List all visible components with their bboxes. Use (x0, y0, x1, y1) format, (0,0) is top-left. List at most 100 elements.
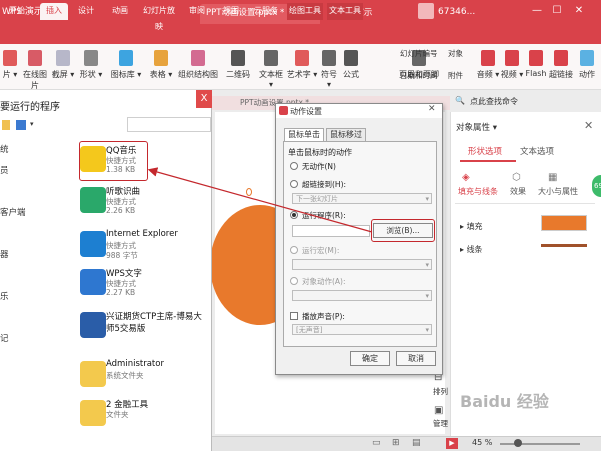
qrcode-icon (231, 50, 245, 66)
view-sorter-icon[interactable]: ⊞ (392, 438, 400, 448)
array-label[interactable]: 排列 (433, 386, 448, 397)
manage-label[interactable]: 管理 (433, 418, 448, 429)
menu-tab-1[interactable]: 插入 (40, 3, 68, 20)
ribbon-button-17[interactable]: 动作 (574, 48, 600, 88)
line-section[interactable]: ▸ 线条 (460, 244, 483, 255)
object-button[interactable]: 对象 (448, 48, 463, 59)
view-icon[interactable] (16, 120, 26, 130)
menu-tab-7[interactable]: 云服务 (252, 3, 280, 20)
maximize-icon[interactable]: ☐ (550, 4, 564, 18)
file-item[interactable]: WPS文字 快捷方式 2.27 KB (80, 267, 208, 303)
zoom-slider[interactable] (500, 443, 580, 445)
ribbon-button-3[interactable]: 形状 ▾ (76, 48, 106, 88)
ribbon-button-6[interactable]: 组织结构图 (176, 48, 220, 88)
clipped-file-label[interactable]: 器 (0, 248, 9, 260)
clipped-file-label[interactable]: 员 (0, 164, 9, 176)
manage-icon[interactable]: ▣ (434, 405, 443, 416)
object-action-select[interactable] (292, 290, 432, 301)
video-icon (505, 50, 519, 66)
menu-tab-0[interactable]: 开始 (6, 3, 28, 20)
search-input[interactable] (127, 117, 211, 132)
slide-number-button[interactable]: 幻灯片编号 (400, 48, 438, 59)
close-icon[interactable]: ✕ (572, 4, 586, 18)
ok-button[interactable]: 确定 (350, 351, 390, 366)
minimize-icon[interactable]: — (530, 4, 544, 18)
floating-badge[interactable]: 69 (592, 175, 601, 197)
line-color-swatch[interactable] (541, 240, 587, 250)
subtab-fill-line[interactable]: 填充与线条 (458, 186, 498, 197)
pane-title[interactable]: 对象属性 ▾ (456, 121, 497, 133)
ribbon-button-0[interactable]: 片 ▾ (0, 48, 20, 88)
menu-tab-6[interactable]: 视图 (220, 3, 242, 20)
file-item[interactable]: 兴证期货CTP主席-博易大师5交易版 (80, 310, 208, 346)
ribbon-button-7[interactable]: 二维码 (220, 48, 256, 88)
view-normal-icon[interactable]: ▭ (372, 438, 381, 448)
radio-run-program[interactable] (290, 211, 298, 219)
tab-mouse-click[interactable]: 鼠标单击 (284, 128, 324, 141)
radio-object-action[interactable] (290, 277, 298, 285)
menu-tab-4[interactable]: 幻灯片放映 (140, 3, 178, 31)
hyperlink-select[interactable]: 下一张幻灯片 (292, 193, 432, 204)
user-name[interactable]: 67346... (438, 3, 475, 21)
file-item[interactable]: Administrator 系统文件夹 (80, 359, 208, 395)
date-time-button[interactable]: 日期和时间 (400, 70, 438, 81)
ribbon-button-10[interactable]: 符号 ▾ (318, 48, 340, 89)
subtab-effect[interactable]: 效果 (510, 186, 526, 197)
play-sound-checkbox[interactable] (290, 312, 298, 320)
tab-mouse-over[interactable]: 鼠标移过 (326, 128, 366, 141)
ribbon-button-14[interactable]: 视频 ▾ (500, 48, 524, 88)
avatar[interactable] (418, 3, 434, 19)
size-icon[interactable]: ▦ (548, 172, 557, 183)
file-item[interactable]: Internet Explorer 快捷方式 988 字节 (80, 229, 208, 265)
radio-hyperlink[interactable] (290, 180, 298, 188)
attachment-button[interactable]: 附件 (448, 70, 463, 81)
file-name: Administrator (106, 359, 164, 369)
program-path-input[interactable] (292, 225, 370, 237)
menu-tab-5[interactable]: 审阅 (186, 3, 208, 20)
ribbon-button-11[interactable]: 公式 (340, 48, 362, 88)
tab-text-options[interactable]: 文本选项 (520, 145, 554, 157)
zoom-slider-knob[interactable] (514, 439, 522, 447)
ribbon-button-9[interactable]: 艺术字 ▾ (286, 48, 318, 88)
cancel-button[interactable]: 取消 (396, 351, 436, 366)
ribbon-button-16[interactable]: 超链接 (548, 48, 574, 88)
ribbon-button-2[interactable]: 截屏 ▾ (50, 48, 76, 88)
rotate-handle[interactable] (246, 188, 252, 196)
subtab-size-properties[interactable]: 大小与属性 (538, 186, 578, 197)
folder-toolbar-icon[interactable] (2, 120, 10, 130)
clipped-file-label[interactable]: 客户端 (0, 206, 26, 218)
menu-tab-9[interactable]: 文本工具 (327, 3, 363, 20)
clipped-file-label[interactable]: 统 (0, 143, 9, 155)
clipped-file-label[interactable]: 记 (0, 332, 9, 344)
menu-tab-2[interactable]: 设计 (74, 3, 98, 20)
fill-section[interactable]: ▸ 填充 (460, 221, 483, 232)
dropdown-icon[interactable]: ▾ (30, 120, 34, 128)
ribbon-button-8[interactable]: 文本框 ▾ (256, 48, 286, 89)
ribbon-button-4[interactable]: 图标库 ▾ (106, 48, 146, 88)
dialog-close-icon[interactable]: ✕ (428, 104, 436, 114)
fill-color-swatch[interactable] (541, 215, 587, 231)
ribbon-button-13[interactable]: 音频 ▾ (476, 48, 500, 88)
search-icon[interactable]: 🔍 (455, 96, 465, 105)
tab-shape-options[interactable]: 形状选项 (468, 145, 502, 157)
ribbon-button-1[interactable]: 在线图片 (20, 48, 50, 90)
dialog-app-icon (279, 106, 288, 115)
effect-icon[interactable]: ⬡ (512, 172, 521, 183)
ribbon-button-15[interactable]: Flash (524, 48, 548, 88)
radio-run-macro[interactable] (290, 246, 298, 254)
fill-line-icon[interactable]: ◈ (462, 172, 470, 183)
radio-no-action[interactable] (290, 162, 298, 170)
ribbon-button-5[interactable]: 表格 ▾ (146, 48, 176, 88)
command-search[interactable]: 点此查找命令 (470, 96, 518, 107)
pane-close-icon[interactable]: ✕ (584, 119, 593, 132)
view-reading-icon[interactable]: ▤ (412, 438, 421, 448)
play-icon[interactable]: ▶ (446, 438, 458, 449)
clipped-file-label[interactable]: 乐 (0, 290, 9, 302)
file-item[interactable]: 听歌识曲 快捷方式 2.26 KB (80, 185, 208, 221)
sound-select[interactable]: [无声音] (292, 324, 432, 335)
file-item[interactable]: 2 金融工具 文件夹 (80, 398, 208, 434)
menu-tab-3[interactable]: 动画 (108, 3, 132, 20)
picker-close-icon[interactable]: X (196, 90, 212, 108)
macro-select[interactable] (292, 259, 432, 270)
menu-tab-8[interactable]: 绘图工具 (287, 3, 323, 20)
